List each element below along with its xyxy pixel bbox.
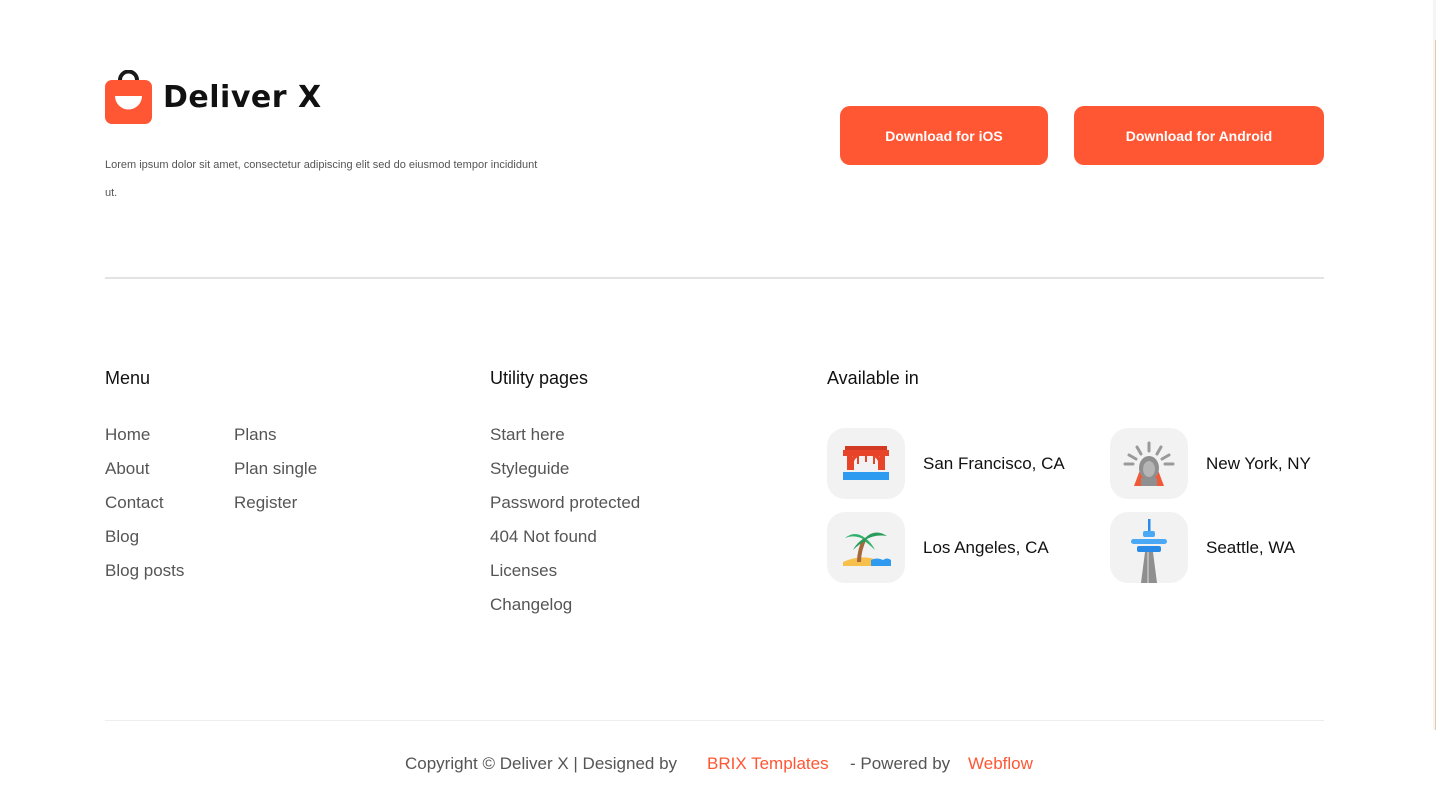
menu-link-blog[interactable]: Blog [105, 526, 184, 560]
webflow-link[interactable]: Webflow [968, 754, 1033, 774]
menu-title: Menu [105, 368, 151, 388]
available-title: Available in [827, 368, 919, 388]
golden-gate-bridge-icon [827, 428, 905, 499]
menu-link-home[interactable]: Home [105, 424, 184, 458]
menu-list-primary: Home About Contact Blog Blog posts [105, 424, 184, 594]
menu-link-blog-posts[interactable]: Blog posts [105, 560, 184, 594]
statue-of-liberty-icon [1110, 428, 1188, 499]
city-label-san-francisco: San Francisco, CA [923, 453, 1065, 473]
download-android-button[interactable]: Download for Android [1074, 106, 1324, 165]
brand-name: Deliver X [163, 79, 322, 115]
copyright-text: Copyright © Deliver X | Designed by [405, 754, 678, 773]
powered-by-text: - Powered by [850, 754, 951, 773]
brand-logo[interactable]: Deliver X [105, 69, 322, 124]
city-label-new-york: New York, NY [1206, 453, 1311, 473]
utility-link-styleguide[interactable]: Styleguide [490, 458, 640, 492]
utility-list: Start here Styleguide Password protected… [490, 424, 640, 628]
city-label-seattle: Seattle, WA [1206, 537, 1296, 557]
designer-link[interactable]: BRIX Templates [707, 754, 829, 774]
brand-tagline: Lorem ipsum dolor sit amet, consectetur … [105, 159, 538, 199]
menu-link-about[interactable]: About [105, 458, 184, 492]
footer-divider [105, 720, 1324, 721]
utility-link-password-protected[interactable]: Password protected [490, 492, 640, 526]
section-divider [105, 277, 1324, 279]
utility-link-licenses[interactable]: Licenses [490, 560, 640, 594]
menu-link-contact[interactable]: Contact [105, 492, 184, 526]
menu-list-secondary: Plans Plan single Register [234, 424, 317, 526]
city-los-angeles[interactable]: Los Angeles, CA [827, 512, 1049, 583]
city-seattle[interactable]: Seattle, WA [1110, 512, 1295, 583]
space-needle-icon [1110, 512, 1188, 583]
city-san-francisco[interactable]: San Francisco, CA [827, 428, 1065, 499]
city-new-york[interactable]: New York, NY [1110, 428, 1311, 499]
utility-link-404[interactable]: 404 Not found [490, 526, 640, 560]
shopping-bag-icon [105, 69, 152, 124]
utility-title: Utility pages [490, 368, 589, 388]
menu-link-plan-single[interactable]: Plan single [234, 458, 317, 492]
city-label-los-angeles: Los Angeles, CA [923, 537, 1049, 557]
menu-link-register[interactable]: Register [234, 492, 317, 526]
menu-link-plans[interactable]: Plans [234, 424, 317, 458]
palm-tree-beach-icon [827, 512, 905, 583]
utility-link-start-here[interactable]: Start here [490, 424, 640, 458]
utility-link-changelog[interactable]: Changelog [490, 594, 640, 628]
download-ios-button[interactable]: Download for iOS [840, 106, 1048, 165]
